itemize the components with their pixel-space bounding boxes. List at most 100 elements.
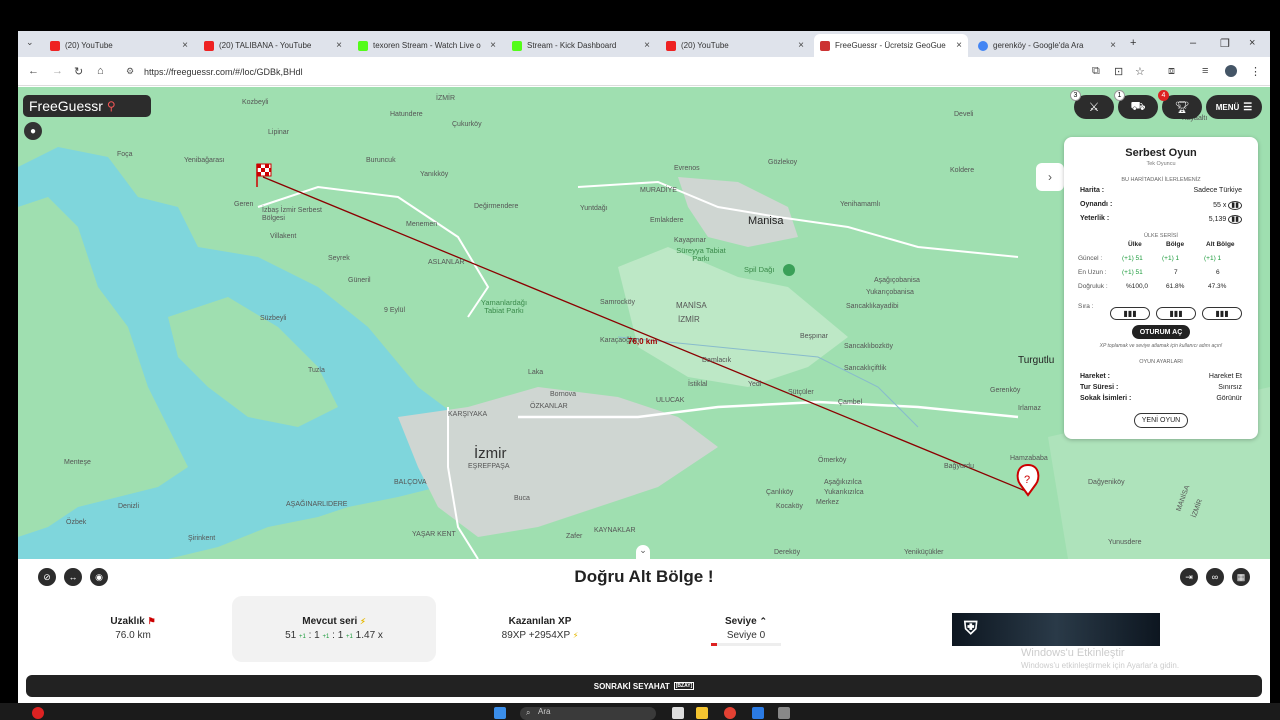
battle-button[interactable]: 3 ⚔ — [1070, 90, 1114, 119]
level-heading: Seviye ⌃ — [646, 616, 846, 627]
close-icon[interactable]: × — [1110, 40, 1116, 51]
leaderboard-button[interactable]: 4 🏆︎ — [1158, 90, 1202, 119]
country-series-header: ÜLKE SERİSİ — [1144, 233, 1178, 239]
accuracy-region: 61.8% — [1166, 283, 1185, 290]
home-icon[interactable]: ⌂ — [97, 65, 104, 77]
settings-header: OYUN AYARLARI — [1139, 359, 1183, 365]
close-icon[interactable]: × — [182, 40, 188, 51]
logo-text: FreeGuessr — [29, 98, 103, 114]
map-label: MANİSA — [676, 301, 707, 310]
tab-3[interactable]: texoren Stream - Watch Live o × — [352, 34, 502, 57]
lightning-icon: ⚡︎ — [360, 617, 366, 626]
rank-region-button[interactable]: ▮▮▮ — [1156, 307, 1196, 320]
map-label: Bornova — [550, 391, 577, 398]
map-row: Harita : Sadece Türkiye — [1080, 187, 1242, 194]
reload-icon[interactable]: ↻ — [74, 65, 83, 78]
bar-chart-icon: ▮▮▮ — [1123, 309, 1137, 318]
accuracy-label: Doğruluk : — [1078, 283, 1108, 290]
tab-1[interactable]: (20) YouTube × — [44, 34, 194, 57]
movement-label: Hareket : — [1080, 373, 1110, 380]
url-text: https://freeguessr.com/#/loc/GDBk,BHdl — [144, 66, 303, 77]
bar-chart-icon[interactable]: ▮▮ — [1228, 215, 1242, 224]
install-icon[interactable]: ⊡ — [1114, 65, 1123, 78]
media-icon[interactable]: ≡ — [1202, 65, 1208, 77]
tab-4[interactable]: Stream - Kick Dashboard × — [506, 34, 656, 57]
new-game-button[interactable]: YENİ OYUN — [1134, 413, 1188, 428]
windows-start-icon[interactable] — [494, 707, 506, 719]
back-icon[interactable]: ← — [28, 65, 39, 77]
grid-button[interactable]: ▦ — [1232, 568, 1250, 586]
extensions-icon[interactable]: ⧈ — [1168, 65, 1175, 78]
panel-collapse-button[interactable]: › — [1036, 163, 1064, 191]
robot-icon: ⛟ — [1130, 99, 1146, 113]
map-label: Denizli — [118, 503, 140, 510]
distance-label: Uzaklık — [110, 616, 145, 627]
current-country: (+1) 51 — [1122, 255, 1143, 262]
map-label: Damlacık — [702, 357, 732, 364]
notification-icon[interactable] — [32, 707, 44, 719]
longest-label: En Uzun : — [1078, 269, 1107, 276]
app-icon[interactable] — [752, 707, 764, 719]
login-button[interactable]: ⇥ — [1180, 568, 1198, 586]
close-icon[interactable]: × — [490, 40, 496, 51]
accuracy-row: Doğruluk : %100,0 61.8% 47.3% — [1078, 283, 1246, 292]
tab-title: Stream - Kick Dashboard — [527, 41, 617, 50]
map-label: KARŞIYAKA — [448, 411, 488, 418]
duel-button[interactable]: 1 ⛟ — [1114, 90, 1158, 119]
close-icon[interactable]: × — [644, 40, 650, 51]
map-label: Develi — [954, 111, 974, 118]
map-label: ASLANLAR — [428, 259, 465, 266]
link-icon: ∞ — [1211, 572, 1219, 582]
window-close-icon[interactable]: × — [1249, 37, 1255, 49]
chevron-down-icon[interactable]: ⌄ — [636, 545, 650, 559]
competence-value: 5,139 — [1208, 216, 1227, 223]
tab-list-icon[interactable]: ⌄ — [26, 37, 34, 48]
map-label: İstiklal — [688, 381, 708, 388]
chrome-icon[interactable] — [724, 707, 736, 719]
tab-7[interactable]: gerenköy - Google'da Ara × — [972, 34, 1122, 57]
distance-value: 76.0 km — [115, 630, 151, 641]
sign-in-button[interactable]: OTURUM AÇ — [1132, 325, 1190, 339]
map-label: 9 Eylül — [384, 307, 406, 314]
rank-subregion-button[interactable]: ▮▮▮ — [1202, 307, 1242, 320]
new-tab-icon[interactable]: + — [1130, 37, 1136, 49]
competence-row: Yeterlik : 5,139 ▮▮ — [1080, 215, 1242, 224]
taskbar-search[interactable]: ⌕ Ara — [520, 707, 656, 720]
tab-2[interactable]: (20) TALIBANA - YouTube × — [198, 34, 348, 57]
maximize-icon[interactable]: ❐ — [1220, 37, 1230, 50]
close-icon[interactable]: × — [336, 40, 342, 51]
trophy-badge: 4 — [1158, 90, 1169, 101]
menu-button[interactable]: MENÜ ☰ — [1206, 95, 1262, 119]
url-field[interactable]: ⚙ https://freeguessr.com/#/loc/GDBk,BHdl — [118, 61, 1078, 82]
map-label: Zafer — [566, 533, 583, 540]
file-explorer-icon[interactable] — [696, 707, 708, 719]
kebab-menu-icon[interactable]: ⋮ — [1250, 65, 1261, 78]
translate-icon[interactable]: ⧉ — [1092, 65, 1100, 78]
close-icon[interactable]: × — [956, 40, 962, 51]
park-marker-icon — [783, 264, 795, 276]
next-journey-button[interactable]: SONRAKİ SEYAHAT [BZAY] — [26, 675, 1262, 697]
freeguessr-logo[interactable]: FreeGuessr ⚲ — [23, 95, 151, 117]
share-link-button[interactable]: ∞ — [1206, 568, 1224, 586]
rank-country-button[interactable]: ▮▮▮ — [1110, 307, 1150, 320]
map-pin-icon: ⚲ — [106, 99, 116, 113]
tab-5[interactable]: (20) YouTube × — [660, 34, 810, 57]
level-label: Seviye — [724, 616, 757, 627]
bookmark-star-icon[interactable]: ☆ — [1135, 65, 1145, 78]
close-icon[interactable]: × — [798, 40, 804, 51]
bar-chart-icon: ▮▮▮ — [1169, 309, 1183, 318]
site-info-icon[interactable]: ⚙ — [126, 66, 134, 77]
profile-avatar[interactable] — [1225, 65, 1237, 77]
forward-icon[interactable]: → — [52, 65, 63, 77]
grid-icon: ▦ — [1236, 571, 1246, 582]
map-view[interactable]: ? Kozbeyli İZMİR Çukurköy Hatundere Lipi… — [18, 87, 1270, 559]
task-view-icon[interactable] — [672, 707, 684, 719]
app-icon[interactable] — [778, 707, 790, 719]
advertisement-banner[interactable]: ⛨ — [952, 613, 1160, 646]
bar-chart-icon[interactable]: ▮▮ — [1228, 201, 1242, 210]
user-account-button[interactable]: ● — [24, 122, 42, 140]
minimize-icon[interactable]: – — [1190, 37, 1196, 49]
tab-6-active[interactable]: FreeGuessr - Ücretsiz GeoGue × — [814, 34, 968, 57]
map-label-park: Spil Dağı — [744, 265, 775, 274]
map-label: İZMİR — [678, 315, 700, 324]
